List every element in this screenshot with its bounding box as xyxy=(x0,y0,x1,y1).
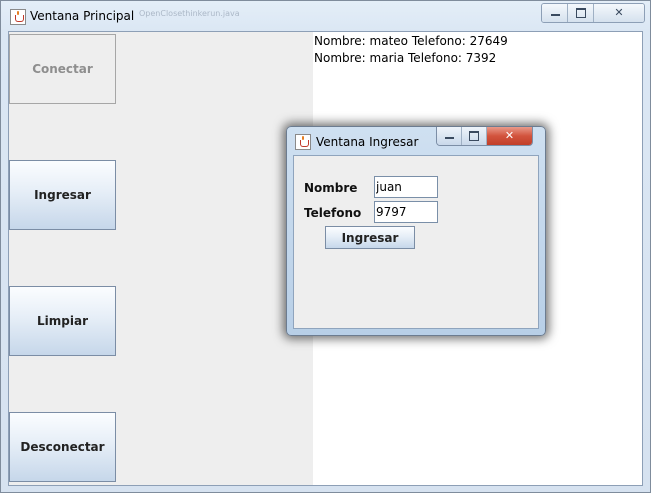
maximize-button[interactable] xyxy=(568,4,594,22)
background-tab-ghost: OpenClosethinkerun.java xyxy=(139,9,240,18)
ingresar-button[interactable]: Ingresar xyxy=(9,160,116,230)
result-line-2: Nombre: maria Telefono: 7392 xyxy=(314,51,497,65)
minimize-button[interactable] xyxy=(542,4,568,22)
dialog-maximize-button[interactable] xyxy=(462,127,487,145)
dialog-close-button[interactable]: ✕ xyxy=(487,127,532,145)
dialog-body: Nombre Telefono Ingresar xyxy=(293,155,539,329)
telefono-label: Telefono xyxy=(304,206,362,220)
main-caption-buttons: ✕ xyxy=(541,3,645,23)
nombre-label: Nombre xyxy=(304,181,358,195)
dialog-title: Ventana Ingresar xyxy=(316,135,419,149)
desconectar-button[interactable]: Desconectar xyxy=(9,412,116,482)
result-line-1: Nombre: mateo Telefono: 27649 xyxy=(314,34,508,48)
main-window-title: Ventana Principal xyxy=(30,9,135,23)
close-button[interactable]: ✕ xyxy=(594,4,644,22)
dialog-minimize-button[interactable] xyxy=(437,127,462,145)
dialog-ingresar-button[interactable]: Ingresar xyxy=(325,226,415,249)
nombre-input[interactable] xyxy=(374,176,438,198)
limpiar-button[interactable]: Limpiar xyxy=(9,286,116,356)
main-titlebar[interactable]: Ventana Principal OpenClosethinkerun.jav… xyxy=(1,1,651,31)
ingresar-dialog: Ventana Ingresar ✕ Nombre Telefono Ingre… xyxy=(286,126,546,336)
java-dialog-icon xyxy=(295,134,311,150)
java-app-icon xyxy=(10,9,26,25)
telefono-input[interactable] xyxy=(374,201,438,223)
button-panel: Conectar Ingresar Limpiar Desconectar xyxy=(9,32,313,485)
conectar-button[interactable]: Conectar xyxy=(9,34,116,104)
dialog-caption-buttons: ✕ xyxy=(436,127,533,146)
